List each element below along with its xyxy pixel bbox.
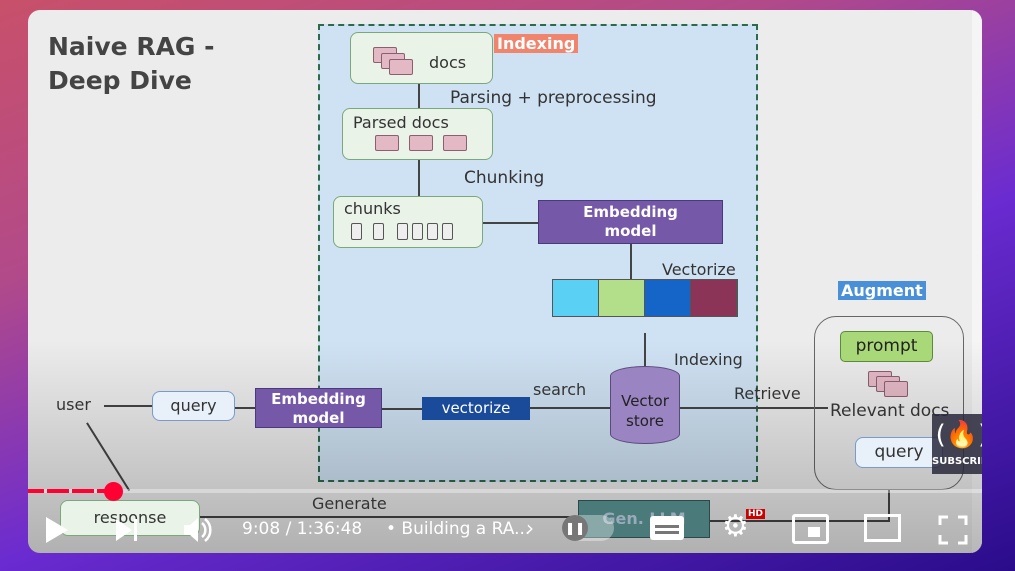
chunks-label: chunks xyxy=(344,199,401,218)
label: prompt xyxy=(855,336,918,356)
hd-badge: HD xyxy=(746,509,766,519)
arrow xyxy=(104,405,152,407)
generate-label: Generate xyxy=(312,494,387,513)
search-label: search xyxy=(533,380,587,399)
chunk-icon xyxy=(427,223,438,240)
video-player[interactable]: Naive RAG - Deep Dive docs Indexing Parsi… xyxy=(28,10,982,553)
augment-tag: Augment xyxy=(838,281,926,300)
doc-icon xyxy=(443,135,467,151)
indexing-tag: Indexing xyxy=(494,34,579,53)
label: vectorize xyxy=(441,399,511,417)
user-label: user xyxy=(56,395,91,414)
chunk-icon xyxy=(397,223,408,240)
label: model xyxy=(292,409,345,427)
vector-cell xyxy=(645,280,691,316)
subscribe-label: SUBSCRIBE xyxy=(932,456,982,467)
label: Embedding xyxy=(271,390,366,408)
embedding-model-box: Embedding model xyxy=(538,200,723,244)
progress-track[interactable] xyxy=(28,489,982,493)
next-button[interactable] xyxy=(114,517,140,543)
fcc-logo-icon: (🔥) xyxy=(935,420,982,450)
vector-cell xyxy=(553,280,599,316)
pause-icon: ❚❚ xyxy=(562,515,588,541)
doc-icon xyxy=(409,135,433,151)
arrow xyxy=(86,422,130,492)
docs-label: docs xyxy=(429,53,467,72)
theater-mode-button[interactable] xyxy=(864,514,901,542)
caption-line xyxy=(655,531,679,534)
chunk-icon xyxy=(442,223,453,240)
chunks-box: chunks xyxy=(333,196,483,248)
volume-button[interactable] xyxy=(182,516,212,544)
vectorize-box: vectorize xyxy=(422,397,530,420)
doc-icon xyxy=(884,381,908,397)
indexing-label: Indexing xyxy=(674,350,743,369)
retrieve-label: Retrieve xyxy=(734,384,801,403)
vector-cell xyxy=(691,280,737,316)
label: query xyxy=(170,396,217,415)
label: model xyxy=(604,222,657,240)
doc-icon xyxy=(389,59,413,75)
arrow xyxy=(680,407,828,409)
play-button[interactable] xyxy=(44,515,70,545)
label: store xyxy=(626,412,664,430)
arrow xyxy=(235,407,255,409)
miniplayer-button[interactable] xyxy=(792,514,829,544)
arrow xyxy=(644,333,646,366)
caption-line xyxy=(655,525,679,528)
docs-box: docs xyxy=(350,32,493,84)
parsing-label: Parsing + preprocessing xyxy=(450,88,657,108)
arrow xyxy=(630,244,632,279)
miniplayer-icon xyxy=(808,527,820,537)
prompt-box: prompt xyxy=(840,331,933,362)
chunking-label: Chunking xyxy=(464,168,545,188)
chunk-icon xyxy=(351,223,362,240)
parsed-docs-label: Parsed docs xyxy=(353,113,449,132)
label: Embedding xyxy=(583,203,678,221)
arrow xyxy=(200,516,578,518)
arrow xyxy=(530,407,610,409)
progress-scrubber[interactable] xyxy=(103,482,123,501)
time-display: 9:08 / 1:36:48 xyxy=(242,519,363,539)
arrow xyxy=(382,408,422,410)
settings-button[interactable]: ⚙ xyxy=(722,512,749,542)
query-box: query xyxy=(152,391,235,421)
chapter-title[interactable]: • Building a RA... xyxy=(386,519,530,539)
vector-bar xyxy=(552,279,738,317)
title-line: Naive RAG - xyxy=(48,32,215,61)
chapter-chevron-icon[interactable]: › xyxy=(526,516,534,540)
fullscreen-button[interactable] xyxy=(938,515,968,545)
captions-button[interactable] xyxy=(650,516,684,540)
slide-title: Naive RAG - Deep Dive xyxy=(48,30,215,98)
vector-store: Vector store xyxy=(610,366,680,444)
arrow xyxy=(418,160,420,196)
arrow xyxy=(418,84,420,108)
progress-fill xyxy=(28,489,113,493)
chunk-icon xyxy=(412,223,423,240)
subscribe-watermark[interactable]: (🔥) SUBSCRIBE xyxy=(932,414,982,474)
title-line: Deep Dive xyxy=(48,66,192,95)
arrow xyxy=(483,222,538,224)
augment-query-box: query xyxy=(855,437,943,468)
chunk-icon xyxy=(373,223,384,240)
autoplay-toggle[interactable]: ❚❚ xyxy=(562,515,614,541)
label: query xyxy=(874,442,924,462)
vectorize-label: Vectorize xyxy=(662,260,736,279)
label: Vector xyxy=(621,392,669,410)
doc-icon xyxy=(375,135,399,151)
vector-cell xyxy=(599,280,645,316)
parsed-docs-box: Parsed docs xyxy=(342,108,493,160)
query-embedding-box: Embedding model xyxy=(255,388,382,428)
